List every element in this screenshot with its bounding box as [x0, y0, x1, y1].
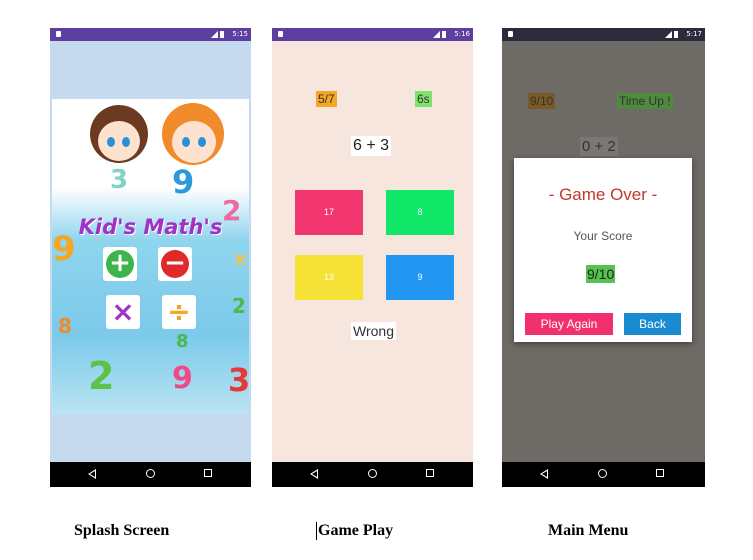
nav-bar	[502, 462, 705, 487]
answer-button-3[interactable]: 13	[295, 255, 363, 300]
main-menu-phone: 5:17 9/10 Time Up ! 0 + 2 - Game Over - …	[502, 28, 705, 487]
decor-number: 3	[228, 361, 249, 399]
back-nav-icon[interactable]	[88, 469, 96, 479]
nav-bar	[50, 462, 251, 487]
decor-number: 8	[58, 314, 72, 338]
question-text: 0 + 2	[580, 137, 618, 156]
decor-number: 9	[172, 163, 195, 201]
timer-label: 6s	[415, 91, 432, 107]
main-menu-screen: 9/10 Time Up ! 0 + 2 - Game Over - Your …	[502, 41, 705, 462]
status-label: Time Up !	[617, 93, 673, 109]
decor-number: 9	[172, 361, 193, 396]
progress-label: 5/7	[316, 91, 337, 107]
home-nav-icon[interactable]	[146, 469, 155, 478]
answer-button-2[interactable]: 8	[386, 190, 454, 235]
divide-icon: ÷	[167, 295, 191, 328]
status-bar: 5:17	[502, 28, 705, 41]
splash-illustration: 3 9 9 2 × 2 8 8 2 9 3 Kid's Math's + − ×…	[52, 99, 249, 414]
play-again-button[interactable]: Play Again	[525, 313, 613, 335]
answer-button-4[interactable]: 9	[386, 255, 454, 300]
divide-tile: ÷	[162, 295, 196, 329]
minus-tile: −	[158, 247, 192, 281]
decor-number: 3	[110, 165, 129, 195]
multiply-tile: ×	[106, 295, 140, 329]
question-text: 6 + 3	[351, 136, 392, 156]
gameplay-screen: 5/7 6s 6 + 3 17 8 13 9 Wrong	[272, 41, 473, 462]
score-value: 9/10	[586, 265, 616, 283]
status-time: 5:15	[232, 30, 248, 38]
back-nav-icon[interactable]	[310, 469, 318, 479]
progress-label: 9/10	[528, 93, 556, 109]
boy-face	[172, 121, 216, 163]
recents-nav-icon[interactable]	[204, 469, 212, 477]
home-nav-icon[interactable]	[368, 469, 377, 478]
feedback-text: Wrong	[351, 322, 396, 340]
girl-face	[98, 121, 140, 161]
decor-number: 2	[232, 294, 246, 318]
status-time: 5:16	[454, 30, 470, 38]
notification-icon	[508, 31, 513, 37]
signal-battery-icon	[665, 31, 679, 38]
plus-icon: +	[106, 250, 134, 278]
game-over-dialog: - Game Over - Your Score 9/10 Play Again…	[514, 158, 692, 342]
caption-splash: Splash Screen	[74, 522, 170, 539]
decor-number: 8	[176, 331, 189, 352]
eye	[122, 137, 130, 147]
caption-main-menu: Main Menu	[548, 522, 629, 539]
splash-phone: 5:15 3 9 9 2 × 2 8 8 2 9 3 Kid's Math's	[50, 28, 251, 487]
eye	[107, 137, 115, 147]
splash-screen: 3 9 9 2 × 2 8 8 2 9 3 Kid's Math's + − ×…	[50, 41, 251, 462]
signal-battery-icon	[211, 31, 225, 38]
notification-icon	[56, 31, 61, 37]
decor-number: ×	[232, 247, 249, 271]
back-nav-icon[interactable]	[540, 469, 548, 479]
home-nav-icon[interactable]	[598, 469, 607, 478]
back-button[interactable]: Back	[624, 313, 681, 335]
status-bar: 5:15	[50, 28, 251, 41]
decor-number: 2	[88, 354, 115, 398]
app-title: Kid's Math's	[78, 215, 223, 239]
status-time: 5:17	[686, 30, 702, 38]
minus-icon: −	[161, 250, 189, 278]
score-label: Your Score	[573, 229, 633, 243]
eye	[182, 137, 190, 147]
eye	[198, 137, 206, 147]
caption-gameplay: Game Play	[316, 522, 394, 540]
signal-battery-icon	[433, 31, 447, 38]
recents-nav-icon[interactable]	[426, 469, 434, 477]
plus-tile: +	[103, 247, 137, 281]
dialog-title: - Game Over -	[548, 185, 658, 204]
answer-button-1[interactable]: 17	[295, 190, 363, 235]
nav-bar	[272, 462, 473, 487]
recents-nav-icon[interactable]	[656, 469, 664, 477]
multiply-icon: ×	[111, 295, 135, 328]
gameplay-phone: 5:16 5/7 6s 6 + 3 17 8 13 9 Wrong	[272, 28, 473, 487]
notification-icon	[278, 31, 283, 37]
status-bar: 5:16	[272, 28, 473, 41]
